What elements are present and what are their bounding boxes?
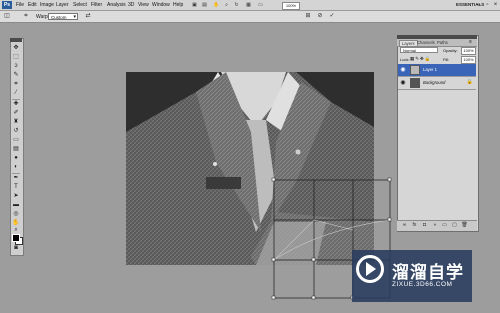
warp-handle [271, 177, 276, 182]
warp-handle [387, 177, 392, 182]
fill-label: Fill: [443, 57, 450, 62]
tab-channels[interactable]: Channels [417, 40, 435, 45]
warp-handle [271, 257, 276, 262]
play-icon [366, 262, 376, 276]
layer-row-background[interactable]: ◉ Background 🔒 [398, 77, 476, 90]
warp-handle [311, 257, 316, 262]
watermark-title: 溜溜自学 [392, 263, 464, 283]
adjustment-layer-icon[interactable]: ◑ [431, 222, 438, 228]
watermark-url: ZIXUE.3D66.COM [392, 281, 453, 288]
layer-mask-icon[interactable]: ◘ [421, 222, 428, 228]
warp-handle [311, 295, 316, 300]
visibility-eye-icon[interactable]: ◉ [400, 66, 406, 74]
warp-handle [271, 295, 276, 300]
panel-menu-icon[interactable]: ≡ [469, 40, 472, 45]
layer-row-layer-1[interactable]: ◉ Layer 1 [398, 64, 476, 77]
lock-icon: 🔒 [466, 79, 473, 85]
visibility-eye-icon[interactable]: ◉ [400, 79, 406, 87]
new-group-icon[interactable]: ▭ [441, 222, 448, 228]
tab-layers[interactable]: Layers [399, 40, 418, 46]
blend-mode-select[interactable]: Normal [400, 47, 438, 53]
layer-style-icon[interactable]: fx [411, 222, 418, 228]
layer-thumbnail [410, 65, 420, 75]
fill-field[interactable]: 100% [461, 56, 476, 64]
link-layers-icon[interactable]: ∞ [401, 222, 408, 228]
delete-layer-icon[interactable]: 🗑 [461, 222, 468, 228]
new-layer-icon[interactable]: ▢ [451, 222, 458, 228]
opacity-label: Opacity: [443, 48, 458, 53]
layers-panel-tabs: Layers Channels Paths [397, 39, 477, 47]
tab-paths[interactable]: Paths [437, 40, 448, 45]
opacity-field[interactable]: 100% [461, 47, 476, 55]
layer-name: Layer 1 [423, 67, 437, 72]
lock-label: Lock: [400, 57, 410, 62]
lock-options-icons[interactable]: ▦✎✥🔒 [410, 56, 431, 62]
warp-handle [387, 217, 392, 222]
layer-thumbnail [410, 78, 420, 88]
layer-name: Background [423, 80, 446, 85]
